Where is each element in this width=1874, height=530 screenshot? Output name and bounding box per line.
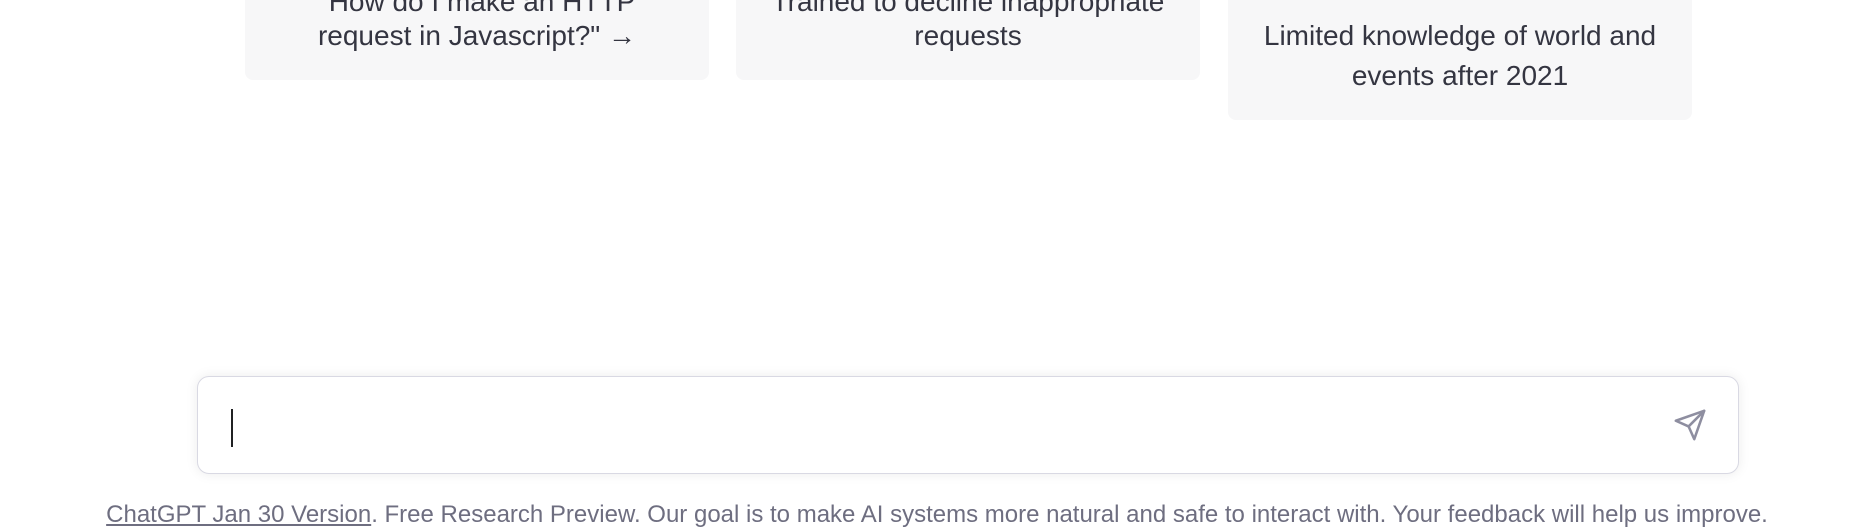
- paper-plane-icon: [1673, 408, 1707, 447]
- limitation-card-line: Limited knowledge of world and: [1263, 20, 1657, 51]
- send-button[interactable]: [1670, 407, 1710, 447]
- message-composer[interactable]: [197, 376, 1739, 474]
- prompt-input[interactable]: [228, 407, 1628, 447]
- limitation-card: Limited knowledge of world and events af…: [1228, 0, 1692, 120]
- footer-disclaimer: ChatGPT Jan 30 Version. Free Research Pr…: [0, 500, 1874, 530]
- footer-text: . Free Research Preview. Our goal is to …: [371, 501, 1768, 528]
- limitation-card-line: events after 2021: [1351, 60, 1569, 91]
- examples-cards-row: "How do I make an HTTP request in Javasc…: [245, 0, 1693, 130]
- example-card-line: request in Javascript?" →: [317, 20, 637, 51]
- example-card[interactable]: "How do I make an HTTP request in Javasc…: [245, 0, 709, 80]
- version-link[interactable]: ChatGPT Jan 30 Version: [106, 501, 371, 528]
- capability-card-line: requests: [914, 20, 1022, 51]
- text-caret: [231, 409, 233, 447]
- capability-card: Trained to decline inappropriate request…: [736, 0, 1200, 80]
